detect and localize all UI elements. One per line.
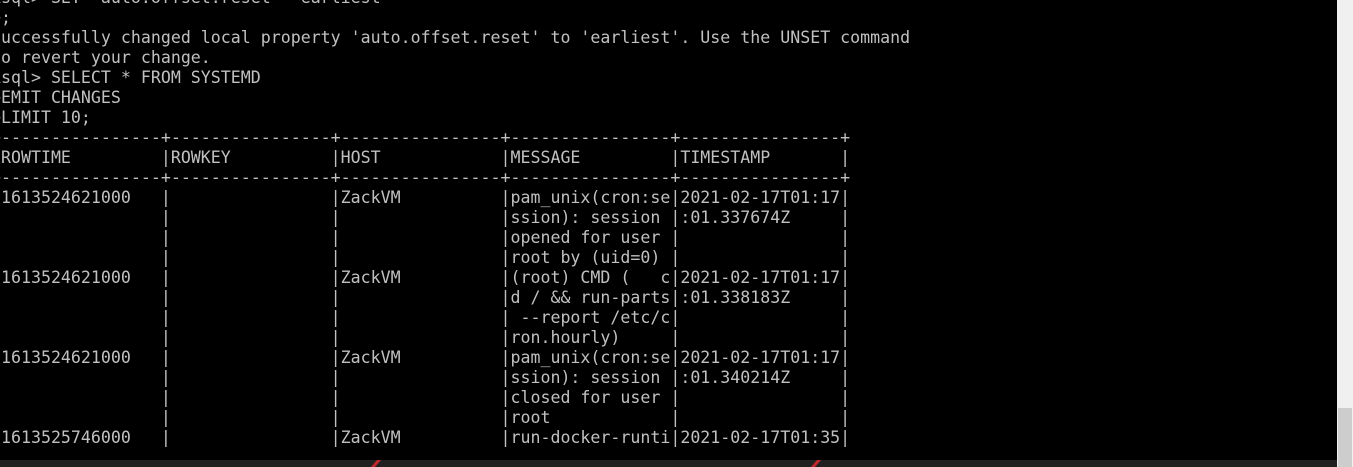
taskbar-app-icon[interactable] [370,460,382,467]
terminal-line: | | | |opened for user | | [0,228,851,247]
terminal-line: ksql> SELECT * FROM SYSTEMD [0,68,261,87]
terminal-line: |1613524621000 | |ZackVM |pam_unix(cron:… [0,348,851,367]
terminal-line: ksql> SET 'auto.offset.reset'='earliest' [0,0,910,8]
terminal-line: | | | | --report /etc/c| | [0,308,851,327]
terminal-line: | | | |d / && run-parts|:01.338183Z | [0,288,851,307]
terminal-line: Successfully changed local property 'aut… [0,28,911,47]
terminal-window[interactable]: ksql> SET 'auto.offset.reset'='earliest'… [0,0,1337,460]
terminal-line: +----------------+----------------+-----… [0,128,851,147]
terminal-line: |1613524621000 | |ZackVM |(root) CMD ( c… [0,268,851,287]
terminal-line: | | | |root by (uid=0) | | [0,248,851,267]
terminal-line: | | | |root | | [0,408,851,427]
terminal-line: +----------------+----------------+-----… [0,168,851,187]
terminal-line: |1613524621000 | |ZackVM |pam_unix(cron:… [0,188,851,207]
terminal-line: |ROWTIME |ROWKEY |HOST |MESSAGE |TIMESTA… [0,148,851,167]
terminal-output: ksql> SET 'auto.offset.reset'='earliest'… [0,0,910,448]
terminal-line: | | | |ssion): session |:01.337674Z | [0,208,851,227]
terminal-line: | | | |ssion): session |:01.340214Z | [0,368,851,387]
taskbar-app-icon[interactable] [810,460,822,467]
terminal-line: to revert your change. [0,48,211,67]
terminal-line: | | | |ron.hourly) | | [0,328,851,347]
terminal-line: >EMIT CHANGES [0,88,121,107]
terminal-line: >; [0,8,11,27]
terminal-line: >LIMIT 10; [0,108,91,127]
terminal-line: | | | |closed for user | | [0,388,851,407]
scrollbar-thumb[interactable] [1338,408,1352,467]
taskbar-strip [0,460,1337,467]
vertical-scrollbar[interactable] [1337,0,1353,467]
terminal-line: |1613525746000 | |ZackVM |run-docker-run… [0,428,851,447]
